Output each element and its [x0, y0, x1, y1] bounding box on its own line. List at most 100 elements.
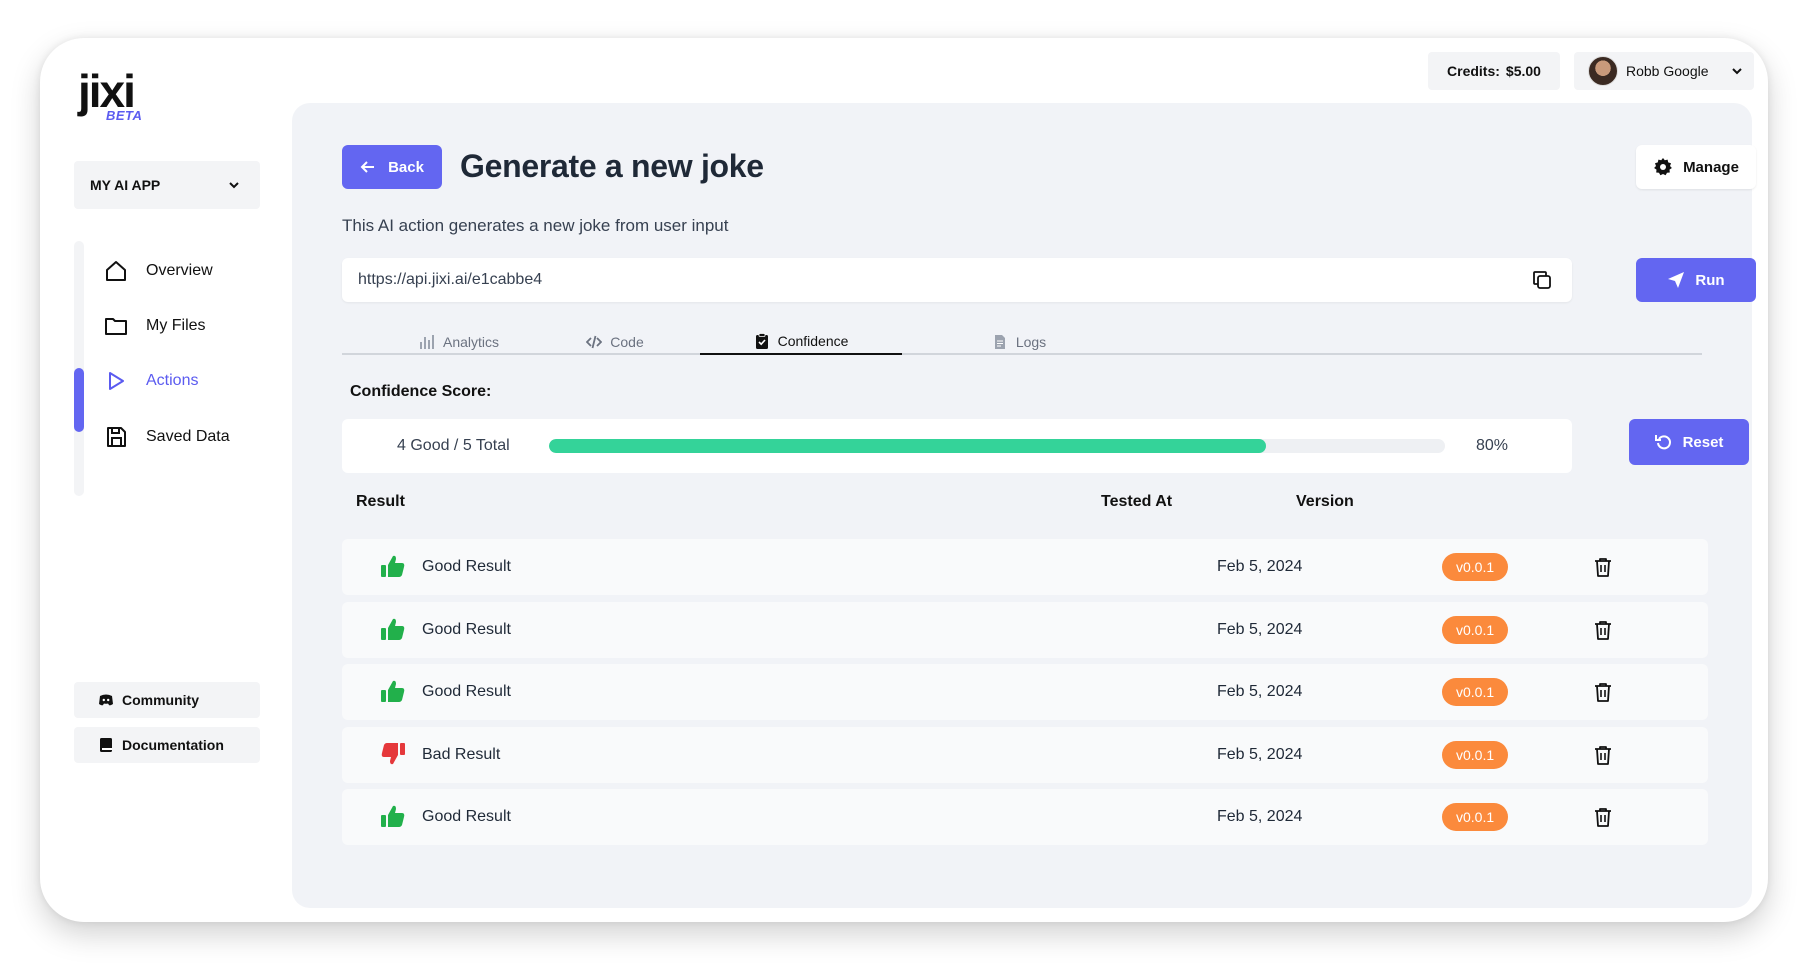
thumbs-up-icon	[380, 678, 406, 704]
table-row[interactable]: Good Result Feb 5, 2024 v0.0.1	[342, 789, 1708, 845]
community-label: Community	[122, 692, 199, 708]
sidebar-item-actions[interactable]: Actions	[104, 361, 198, 401]
manage-label: Manage	[1683, 158, 1739, 176]
trash-icon[interactable]	[1592, 619, 1614, 641]
run-button[interactable]: Run	[1636, 258, 1756, 302]
nav-active-indicator	[74, 368, 84, 432]
thumbs-up-icon	[380, 553, 406, 579]
folder-icon	[105, 318, 127, 335]
tested-at: Feb 5, 2024	[1217, 558, 1303, 575]
tab-label: Logs	[1015, 333, 1047, 350]
result-label: Good Result	[422, 683, 511, 700]
community-button[interactable]: Community	[74, 682, 260, 718]
sidebar-item-label: Actions	[146, 372, 199, 389]
book-icon	[100, 738, 112, 752]
credits-badge: Credits: $5.00	[1428, 52, 1560, 90]
column-header-result: Result	[356, 493, 405, 510]
beta-badge: BETA	[106, 108, 143, 123]
clipboard-check-icon	[755, 332, 768, 349]
endpoint-url: https://api.jixi.ai/e1cabbe4	[358, 271, 543, 288]
confidence-card: 4 Good / 5 Total 80%	[342, 419, 1572, 473]
reset-label: Reset	[1682, 433, 1724, 451]
run-label: Run	[1695, 271, 1725, 289]
table-row[interactable]: Good Result Feb 5, 2024 v0.0.1	[342, 539, 1708, 595]
result-label: Good Result	[422, 558, 511, 575]
confidence-label: Confidence Score:	[350, 383, 492, 400]
sidebar-item-overview[interactable]: Overview	[104, 251, 213, 291]
result-label: Good Result	[422, 620, 511, 638]
play-icon	[109, 372, 124, 390]
save-icon	[107, 427, 126, 447]
back-button[interactable]: Back	[342, 145, 442, 189]
app-window: jixi BETA MY AI APP Overview My Files Ac…	[40, 38, 1768, 922]
credits-label: Credits:	[1447, 63, 1500, 79]
tab-code[interactable]: Code	[498, 328, 732, 355]
sidebar-item-saved-data[interactable]: Saved Data	[104, 417, 230, 457]
sidebar-item-label: Saved Data	[146, 428, 230, 445]
sidebar-item-label: My Files	[146, 317, 206, 334]
app-selector-label: MY AI APP	[90, 177, 161, 193]
confidence-summary: 4 Good / 5 Total	[397, 437, 510, 454]
gear-icon	[1654, 158, 1672, 176]
code-icon	[586, 335, 603, 348]
endpoint-url-field[interactable]: https://api.jixi.ai/e1cabbe4	[342, 258, 1572, 302]
avatar	[1588, 56, 1618, 86]
home-icon	[106, 261, 126, 281]
column-header-version: Version	[1296, 493, 1354, 510]
table-row[interactable]: Bad Result Feb 5, 2024 v0.0.1	[342, 726, 1708, 783]
version-badge: v0.0.1	[1442, 803, 1509, 831]
result-label: Bad Result	[422, 745, 501, 763]
thumbs-down-icon	[380, 741, 406, 767]
app-selector[interactable]: MY AI APP	[74, 161, 260, 209]
tab-label: Code	[610, 333, 644, 350]
trash-icon[interactable]	[1592, 744, 1614, 766]
user-menu[interactable]: Robb Google	[1574, 52, 1754, 90]
main-panel: Back Generate a new joke Manage This AI …	[292, 103, 1756, 908]
confidence-percent: 80%	[1476, 437, 1509, 454]
confidence-progress-fill	[549, 439, 1266, 453]
logo[interactable]: jixi BETA	[78, 68, 142, 123]
tab-confidence[interactable]: Confidence	[700, 328, 902, 355]
documentation-button[interactable]: Documentation	[74, 727, 260, 763]
bar-chart-icon	[419, 334, 434, 349]
column-header-tested-at: Tested At	[1101, 493, 1173, 510]
sidebar-item-my-files[interactable]: My Files	[104, 306, 206, 346]
manage-button[interactable]: Manage	[1636, 145, 1756, 189]
version-badge: v0.0.1	[1442, 553, 1509, 581]
version-badge: v0.0.1	[1442, 678, 1509, 706]
documentation-label: Documentation	[122, 737, 224, 753]
tested-at: Feb 5, 2024	[1217, 745, 1303, 763]
trash-icon[interactable]	[1592, 806, 1614, 828]
table-row[interactable]: Good Result Feb 5, 2024 v0.0.1	[342, 664, 1708, 720]
tested-at: Feb 5, 2024	[1217, 620, 1303, 638]
reset-button[interactable]: Reset	[1629, 419, 1749, 465]
version-badge: v0.0.1	[1442, 740, 1509, 769]
undo-icon	[1654, 435, 1671, 450]
version-badge: v0.0.1	[1442, 615, 1509, 644]
thumbs-up-icon	[380, 616, 406, 642]
document-icon	[994, 334, 1005, 349]
sidebar-item-label: Overview	[146, 262, 213, 279]
credits-value: $5.00	[1505, 63, 1541, 79]
arrow-left-icon	[360, 161, 375, 173]
action-description: This AI action generates a new joke from…	[342, 216, 729, 235]
table-row[interactable]: Good Result Feb 5, 2024 v0.0.1	[342, 601, 1708, 658]
chevron-down-icon	[229, 182, 239, 189]
copy-icon[interactable]	[1530, 268, 1554, 292]
trash-icon[interactable]	[1592, 681, 1614, 703]
result-label: Good Result	[422, 808, 511, 825]
trash-icon[interactable]	[1592, 556, 1614, 578]
discord-icon	[99, 694, 113, 706]
send-icon	[1668, 272, 1685, 288]
tested-at: Feb 5, 2024	[1217, 808, 1303, 825]
confidence-progress-bar	[549, 439, 1445, 453]
back-label: Back	[388, 158, 424, 176]
chevron-down-icon	[1731, 68, 1742, 75]
tab-logs[interactable]: Logs	[902, 328, 1136, 355]
tab-bar: Analytics Code Confidence Logs	[342, 328, 1702, 355]
tab-label: Confidence	[777, 332, 849, 349]
thumbs-up-icon	[380, 803, 406, 829]
page-title: Generate a new joke	[460, 148, 764, 184]
tab-label: Analytics	[442, 333, 500, 350]
user-name: Robb Google	[1626, 63, 1709, 79]
